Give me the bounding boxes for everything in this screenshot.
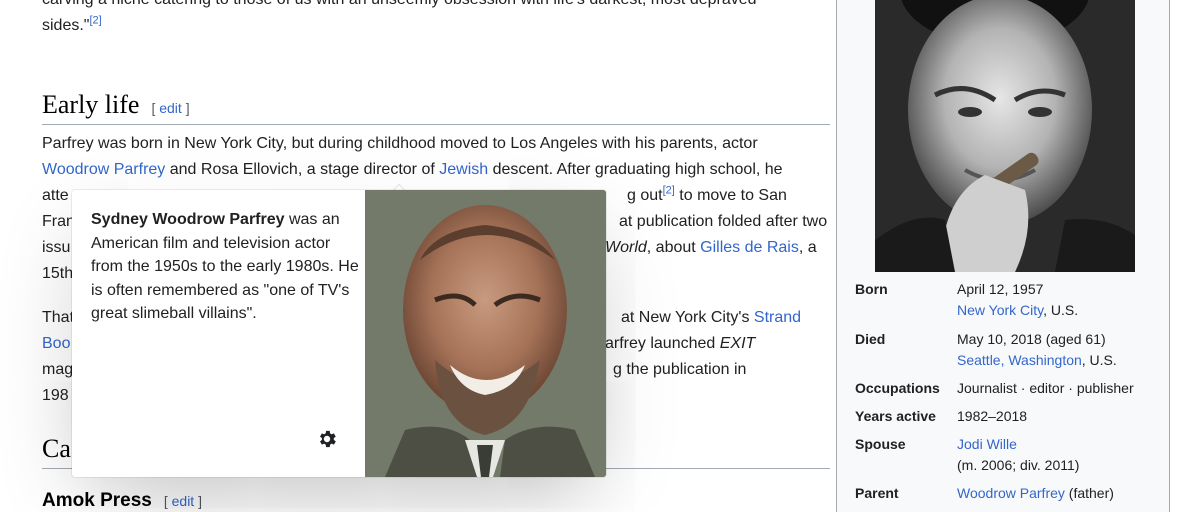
reference-link[interactable]: [2] [663, 185, 675, 197]
infobox-label: Spouse [855, 436, 906, 452]
text-span: mag [42, 361, 74, 378]
infobox-value: , U.S. [1081, 352, 1117, 368]
text-span: g the publication in [613, 361, 747, 378]
portrait-illustration [875, 0, 1135, 272]
infobox-value: 1982–2018 [957, 408, 1028, 424]
text-span: and Rosa Ellovich, a stage director of [165, 161, 440, 178]
link-jewish[interactable]: Jewish [439, 161, 488, 178]
text-span: to move to San [674, 187, 787, 204]
edit-link[interactable]: edit [172, 493, 195, 509]
link-gilles-de-rais[interactable]: Gilles de Rais [700, 239, 799, 256]
link-woodrow-parfrey[interactable]: Woodrow Parfrey [957, 485, 1065, 501]
popup-title: Sydney Woodrow Parfrey [91, 211, 285, 228]
link-strand[interactable]: Strand [754, 309, 801, 326]
text-span-italic: World [605, 239, 647, 256]
link-woodrow-parfrey[interactable]: Woodrow Parfrey [42, 161, 165, 178]
infobox-label: Years active [855, 408, 936, 424]
text-span: g out [627, 187, 663, 204]
popup-extract[interactable]: Sydney Woodrow Parfrey was an American f… [91, 208, 361, 326]
text-span: That [42, 309, 75, 326]
edit-section-link: [ edit ] [163, 493, 202, 509]
infobox-label: Occupations [855, 380, 940, 396]
infobox-portrait-photo[interactable] [875, 0, 1135, 272]
infobox-row-parent: Parent Woodrow Parfrey (father) [855, 483, 1155, 504]
edit-link[interactable]: edit [159, 100, 182, 116]
text-span-italic: EXIT [719, 335, 756, 352]
infobox-label: Parent [855, 485, 899, 501]
page-preview-popup[interactable]: Sydney Woodrow Parfrey was an American f… [72, 190, 606, 477]
popup-thumbnail-image[interactable] [365, 190, 606, 477]
edit-section-link: [ edit ] [151, 100, 190, 116]
reference-link[interactable]: [2] [89, 15, 101, 27]
infobox-row-spouse: Spouse Jodi Wille (m. 2006; div. 2011) [855, 434, 1155, 476]
infobox-label: Died [855, 331, 886, 347]
actor-portrait-illustration [365, 190, 606, 477]
text-span: atte [42, 187, 69, 204]
infobox-row-died: Died May 10, 2018 (aged 61) Seattle, Was… [855, 329, 1155, 371]
heading-text: Ca [42, 434, 71, 463]
section-heading-early-life: Early life [ edit ] [42, 90, 830, 125]
intro-line-1: carving a niche catering to those of us … [42, 0, 832, 13]
link-seattle-washington[interactable]: Seattle, Washington [957, 352, 1082, 368]
link-new-york-city[interactable]: New York City [957, 302, 1043, 318]
text-span: at New York City's [621, 309, 754, 326]
text-span: Fran [42, 213, 75, 230]
infobox-row-years-active: Years active 1982–2018 [855, 406, 1155, 427]
intro-paragraph: carving a niche catering to those of us … [42, 0, 832, 39]
text-span: at publication folded after two [619, 213, 828, 230]
link-strand-bookstore[interactable]: Boo [42, 335, 70, 352]
infobox-row-occupations: Occupations Journalist · editor · publis… [855, 378, 1155, 399]
link-jodi-wille[interactable]: Jodi Wille [957, 436, 1017, 452]
infobox-value: (m. 2006; div. 2011) [957, 457, 1080, 473]
infobox-value: Journalist · editor · publisher [957, 380, 1134, 396]
text-span: arfrey launched [605, 335, 720, 352]
infobox-value: April 12, 1957 [957, 281, 1044, 297]
infobox-value: (father) [1064, 485, 1114, 501]
infobox-value: , U.S. [1043, 302, 1079, 318]
heading-text: Amok Press [42, 490, 152, 511]
settings-gear-icon[interactable] [316, 428, 338, 450]
infobox-label: Born [855, 281, 888, 297]
text-span: , a [798, 239, 817, 256]
paragraph-line: Parfrey was born in New York City, but d… [42, 135, 758, 152]
infobox: Born April 12, 1957 New York City, U.S. … [836, 0, 1170, 512]
infobox-value: May 10, 2018 (aged 61) [957, 331, 1106, 347]
intro-line-2: sides." [42, 17, 90, 34]
paragraph-line: Woodrow Parfrey and Rosa Ellovich, a sta… [42, 157, 832, 183]
subsection-heading-amok-press: Amok Press [ edit ] [42, 490, 202, 512]
text-span: , about [646, 239, 701, 256]
infobox-row-born: Born April 12, 1957 New York City, U.S. [855, 279, 1155, 321]
text-span: issu [42, 239, 71, 256]
heading-text: Early life [42, 90, 140, 119]
text-span: descent. After graduating high school, h… [488, 161, 783, 178]
